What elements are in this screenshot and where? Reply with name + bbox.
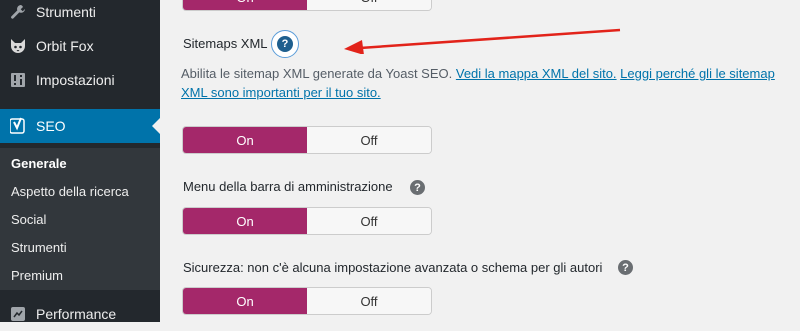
- toggle-off-option[interactable]: Off: [307, 288, 431, 314]
- security-toggle[interactable]: On Off: [182, 287, 432, 315]
- sitemap-toggle[interactable]: On Off: [182, 126, 432, 154]
- sidebar-item-label: Strumenti: [36, 4, 96, 20]
- sidebar-item-label: Impostazioni: [36, 72, 115, 88]
- sidebar-item-strumenti[interactable]: Strumenti: [0, 0, 160, 29]
- sitemap-help-button[interactable]: ?: [271, 30, 299, 58]
- sitemap-description-text: Abilita le sitemap XML generate da Yoast…: [181, 66, 453, 81]
- performance-icon: [8, 304, 28, 324]
- sidebar-item-label: Performance: [36, 306, 117, 322]
- sidebar-item-label: SEO: [36, 118, 66, 134]
- submenu-item-strumenti[interactable]: Strumenti: [11, 240, 67, 255]
- admin-bar-help-icon[interactable]: ?: [410, 180, 425, 195]
- view-sitemap-link[interactable]: Vedi la mappa XML del sito.: [456, 66, 617, 81]
- sidebar-item-seo[interactable]: SEO: [0, 109, 160, 143]
- sidebar-item-label: Orbit Fox: [36, 38, 94, 54]
- yoast-icon: [8, 116, 28, 136]
- security-help-icon[interactable]: ?: [618, 260, 633, 275]
- admin-bar-title: Menu della barra di amministrazione: [183, 179, 393, 194]
- settings-icon: [8, 70, 28, 90]
- admin-bar-toggle[interactable]: On Off: [182, 207, 432, 235]
- toggle-on-option[interactable]: On: [183, 288, 307, 314]
- previous-setting-toggle[interactable]: On Off: [182, 0, 432, 11]
- sidebar-item-orbit-fox[interactable]: Orbit Fox: [0, 29, 160, 63]
- security-title: Sicurezza: non c'è alcuna impostazione a…: [183, 260, 603, 275]
- submenu-item-premium[interactable]: Premium: [11, 268, 63, 283]
- why-sitemaps-link-part1[interactable]: Leggi perché gli le sitemap: [620, 66, 775, 81]
- submenu-item-aspetto-ricerca[interactable]: Aspetto della ricerca: [11, 184, 129, 199]
- sitemap-title: Sitemaps XML: [183, 36, 268, 51]
- toggle-off-option[interactable]: Off: [307, 0, 431, 10]
- admin-sidebar: Strumenti Orbit Fox Impostazioni SEO Gen…: [0, 0, 160, 322]
- why-sitemaps-link-part2[interactable]: XML sono importanti per il tuo sito.: [181, 85, 381, 100]
- sidebar-item-performance[interactable]: Performance: [0, 297, 160, 331]
- seo-submenu: Generale Aspetto della ricerca Social St…: [0, 148, 160, 290]
- submenu-item-generale[interactable]: Generale: [11, 156, 67, 171]
- submenu-item-social[interactable]: Social: [11, 212, 46, 227]
- toggle-on-option[interactable]: On: [183, 127, 307, 153]
- question-icon: ?: [277, 36, 293, 52]
- sidebar-item-impostazioni[interactable]: Impostazioni: [0, 63, 160, 97]
- sitemap-description: Abilita le sitemap XML generate da Yoast…: [181, 64, 781, 102]
- wrench-icon: [8, 2, 28, 22]
- toggle-on-option[interactable]: On: [183, 208, 307, 234]
- fox-icon: [8, 36, 28, 56]
- toggle-off-option[interactable]: Off: [307, 208, 431, 234]
- toggle-on-option[interactable]: On: [183, 0, 307, 10]
- red-arrow-annotation: [344, 28, 621, 54]
- toggle-off-option[interactable]: Off: [307, 127, 431, 153]
